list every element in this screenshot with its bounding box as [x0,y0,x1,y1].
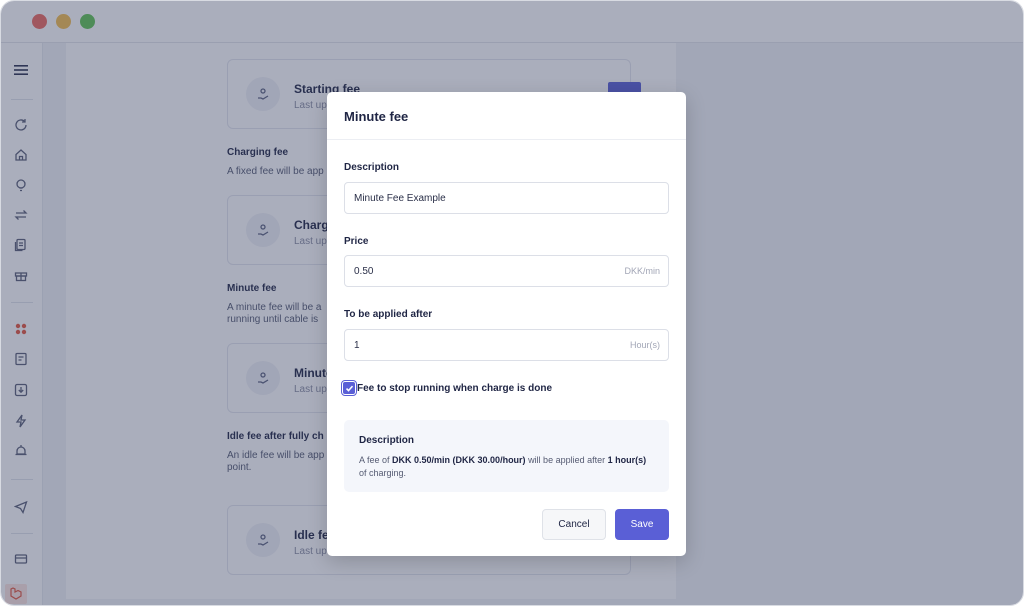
summary-text-a: A fee of [359,455,393,465]
fee-summary-text: A fee of DKK 0.50/min (DKK 30.00/hour) w… [359,454,651,480]
summary-price: DKK 0.50/min (DKK 30.00/hour) [392,455,526,465]
description-label: Description [344,162,400,173]
summary-delay: 1 hour(s) [607,455,647,465]
checkmark-icon [345,385,353,392]
price-label: Price [344,236,369,247]
price-unit: DKK/min [624,266,660,276]
summary-text-c: of charging. [359,468,407,478]
summary-text-b: will be applied after [525,455,608,465]
stop-fee-checkbox[interactable] [341,380,357,396]
applied-after-label: To be applied after [344,309,433,320]
app-window: Starting fee Last up Charging fee A fixe… [0,0,1024,606]
dialog-header: Minute fee [327,92,686,140]
minute-fee-dialog: Minute fee Description Minute Fee Exampl… [327,92,686,556]
description-input[interactable]: Minute Fee Example [344,182,669,214]
applied-after-value: 1 [354,340,360,351]
stop-fee-checkbox-label[interactable]: Fee to stop running when charge is done [357,383,552,394]
applied-after-input[interactable]: 1 Hour(s) [344,329,669,361]
dialog-title: Minute fee [344,109,409,124]
cancel-button[interactable]: Cancel [542,509,606,540]
price-value: 0.50 [354,266,374,277]
fee-summary-heading: Description [359,435,415,446]
price-input[interactable]: 0.50 DKK/min [344,255,669,287]
save-button[interactable]: Save [615,509,669,540]
fee-summary-box: Description A fee of DKK 0.50/min (DKK 3… [344,420,669,492]
description-value: Minute Fee Example [354,193,446,204]
applied-after-unit: Hour(s) [629,340,660,350]
